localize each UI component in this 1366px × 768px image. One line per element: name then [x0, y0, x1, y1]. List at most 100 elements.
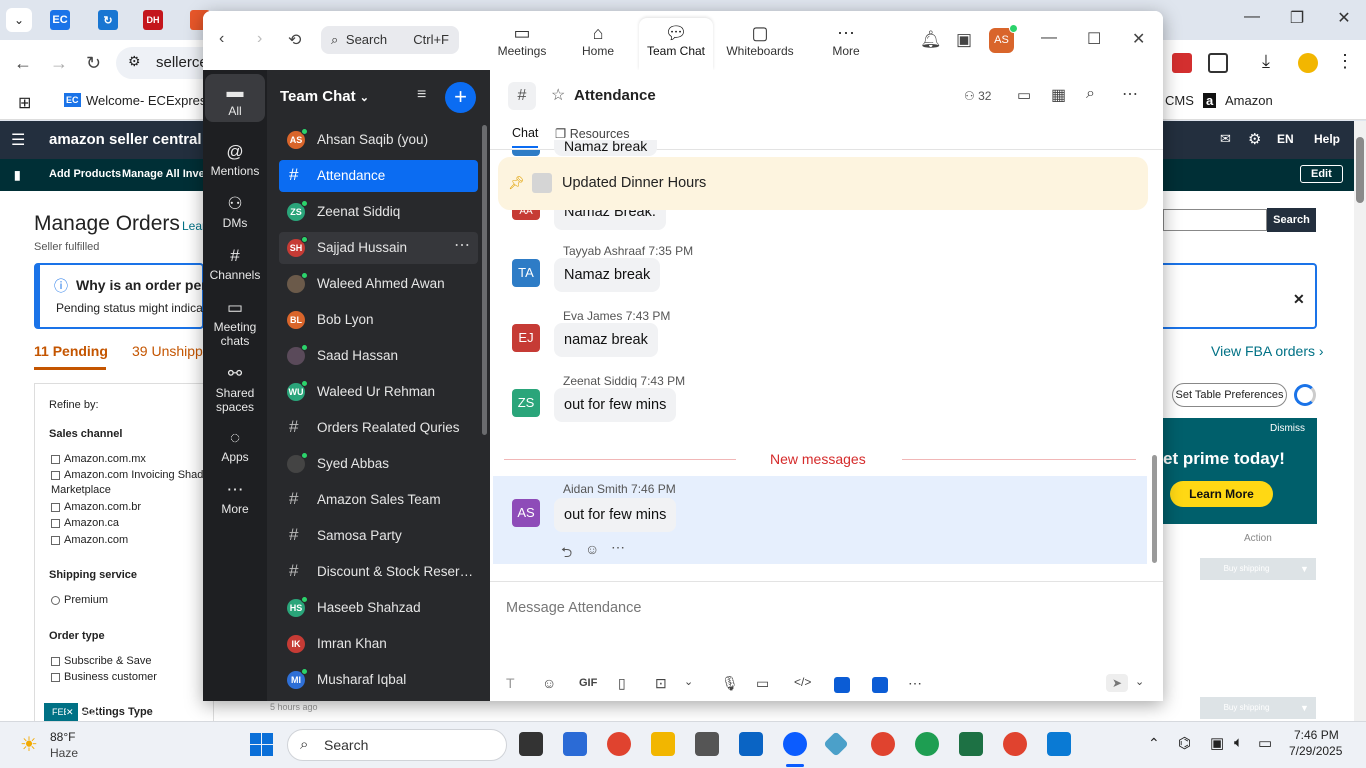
buy-shipping-button[interactable]: Buy shipping	[1200, 558, 1293, 580]
dm-list-item[interactable]: SH Sajjad Hussain ⋯	[279, 232, 478, 264]
buy-shipping-dropdown-icon[interactable]: ▼	[1293, 697, 1316, 719]
chrome-profile-icon[interactable]	[1003, 732, 1027, 756]
order-search-button[interactable]: Search	[1267, 208, 1316, 232]
rail-dms[interactable]: ⚇ DMs	[205, 194, 265, 230]
dm-list-item[interactable]: Saad Hassan	[279, 340, 478, 372]
dm-list-item[interactable]: WU Waleed Ur Rehman	[279, 376, 478, 408]
zoom-app-icon[interactable]	[783, 732, 807, 756]
tab-dh[interactable]: DH	[143, 10, 163, 30]
channel-list-item[interactable]: # Attendance	[279, 160, 478, 192]
emoji-reaction-icon[interactable]: ☺	[585, 541, 599, 557]
new-chat-button[interactable]: +	[445, 82, 476, 113]
task-view-icon[interactable]	[519, 732, 543, 756]
sales-channel-option[interactable]: Amazon.com Invoicing Shado	[51, 469, 210, 481]
channel-list-item[interactable]: # Orders Realated Quries	[279, 412, 478, 444]
profile-icon[interactable]	[1298, 53, 1318, 73]
page-scrollbar[interactable]	[1354, 121, 1366, 721]
message-bubble[interactable]: Namaz Break.	[554, 210, 666, 230]
message-avatar[interactable]: EJ	[512, 324, 540, 352]
more-options-icon[interactable]: ⋯	[454, 235, 470, 255]
message-bubble[interactable]: Namaz break	[554, 258, 661, 292]
message-avatar[interactable]: TA	[512, 259, 540, 287]
display-icon[interactable]: ▣	[1210, 734, 1224, 752]
dm-list-item[interactable]: HS Haseeb Shahzad	[279, 592, 478, 624]
hamburger-menu-icon[interactable]: ☰	[11, 130, 25, 150]
message-more-icon[interactable]: ⋯	[611, 539, 625, 556]
reload-icon[interactable]: ↻	[86, 53, 101, 74]
tab-resources[interactable]: ❐ Resources	[555, 126, 629, 141]
tab-meetings[interactable]: ▭ Meetings	[483, 18, 561, 70]
tab-pending[interactable]: 11 Pending	[34, 343, 108, 359]
help-link[interactable]: Help	[1314, 132, 1340, 146]
forward-arrow-icon[interactable]: →	[50, 53, 68, 74]
rail-mentions[interactable]: @ Mentions	[205, 142, 265, 178]
rail-meeting-chats[interactable]: ▭ Meeting chats	[205, 298, 265, 348]
order-type-option[interactable]: Subscribe & Save	[51, 655, 151, 667]
channel-search-icon[interactable]: ⌕	[1086, 85, 1095, 103]
apps-grid-icon[interactable]: ⊞	[18, 93, 31, 113]
message-bubble[interactable]: Namaz break	[554, 140, 658, 156]
extensions-puzzle-icon[interactable]	[1208, 53, 1228, 73]
filter-icon[interactable]: ≡	[417, 86, 426, 104]
file-explorer-icon[interactable]	[651, 732, 675, 756]
message-author[interactable]: Zeenat Siddiq	[563, 374, 637, 388]
prime-dismiss[interactable]: Dismiss	[1270, 423, 1305, 434]
back-arrow-icon[interactable]: ←	[14, 53, 32, 74]
tab-more[interactable]: ⋯ More	[807, 18, 885, 70]
minimize-icon[interactable]: —	[1041, 29, 1057, 47]
message-author[interactable]: Aidan Smith	[563, 482, 628, 496]
reply-icon[interactable]: ⮌	[561, 542, 572, 566]
tab-unshipped[interactable]: 39 Unshippe	[132, 343, 211, 359]
close-alert-icon[interactable]: ✕	[1293, 291, 1305, 308]
message-bubble[interactable]: namaz break	[554, 323, 658, 357]
chrome-profile-icon[interactable]	[871, 732, 895, 756]
bookmark-nav-icon[interactable]: ▮	[14, 168, 21, 182]
file-icon[interactable]: ▯	[618, 675, 626, 692]
message-author[interactable]: Tayyab Ashraaf	[563, 244, 645, 258]
maximize-icon[interactable]: ☐	[1087, 29, 1101, 49]
sales-channel-option[interactable]: Amazon.ca	[51, 517, 119, 529]
store-icon[interactable]	[563, 732, 587, 756]
channel-list-item[interactable]: # Amazon Sales Team	[279, 484, 478, 516]
sales-channel-option[interactable]: Amazon.com.br	[51, 501, 141, 513]
tab-team-chat[interactable]: 💬︎ Team Chat	[639, 18, 713, 70]
site-info-icon[interactable]: ⚙	[128, 53, 141, 70]
dm-list-item[interactable]: Syed Abbas	[279, 448, 478, 480]
gif-button[interactable]: GIF	[579, 677, 597, 689]
rail-shared-spaces[interactable]: ⚯ Shared spaces	[205, 364, 265, 414]
sales-channel-option[interactable]: Amazon.com	[51, 534, 128, 546]
excel-icon[interactable]	[959, 732, 983, 756]
star-icon[interactable]: ☆	[551, 85, 565, 105]
user-avatar[interactable]: AS	[989, 24, 1018, 53]
seller-central-logo[interactable]: amazon seller central	[49, 131, 202, 148]
radio[interactable]	[51, 595, 60, 605]
video-call-icon[interactable]: ▭	[1017, 86, 1031, 104]
weather-temp[interactable]: 88°F	[50, 730, 75, 744]
forward-chevron-icon[interactable]: ›	[257, 30, 262, 48]
history-clock-icon[interactable]: ⟲	[288, 30, 301, 50]
chat-list-title[interactable]: Team Chat ⌄	[280, 88, 369, 105]
chrome-profile-icon[interactable]	[915, 732, 939, 756]
nav-add-products[interactable]: Add Products	[49, 168, 121, 180]
buy-shipping-dropdown-icon[interactable]: ▼	[1293, 558, 1316, 580]
taskbar-search[interactable]: ⌕ Search	[287, 729, 507, 761]
calendar-icon[interactable]: ▣	[956, 30, 972, 50]
download-icon[interactable]: ⤓	[1262, 51, 1270, 72]
member-count[interactable]: ⚇ 32	[964, 89, 991, 103]
bookmark-welcome[interactable]: Welcome- ECExpres	[86, 93, 206, 108]
sales-channel-option[interactable]: Amazon.com.mx	[51, 453, 146, 465]
message-bubble[interactable]: out for few mins	[554, 388, 677, 422]
browser-close-button[interactable]: ✕	[1332, 8, 1356, 28]
close-icon[interactable]: ✕	[1132, 29, 1145, 49]
dm-list-item[interactable]: Waleed Ahmed Awan	[279, 268, 478, 300]
pdf-extension-icon[interactable]	[1172, 53, 1192, 73]
message-avatar[interactable]: ZS	[512, 389, 540, 417]
dm-list-item[interactable]: MI Musharaf Iqbal	[279, 664, 478, 696]
nav-manage-inventory[interactable]: Manage All Invent	[122, 168, 215, 180]
pinned-message-banner[interactable]: 📌︎ Updated Dinner Hours	[498, 157, 1148, 210]
outlook-icon[interactable]	[739, 732, 763, 756]
format-text-icon[interactable]: T	[506, 675, 515, 691]
checkbox[interactable]	[51, 656, 60, 666]
dm-list-item[interactable]: IK Imran Khan	[279, 628, 478, 660]
emoji-icon[interactable]: ☺	[542, 675, 556, 691]
